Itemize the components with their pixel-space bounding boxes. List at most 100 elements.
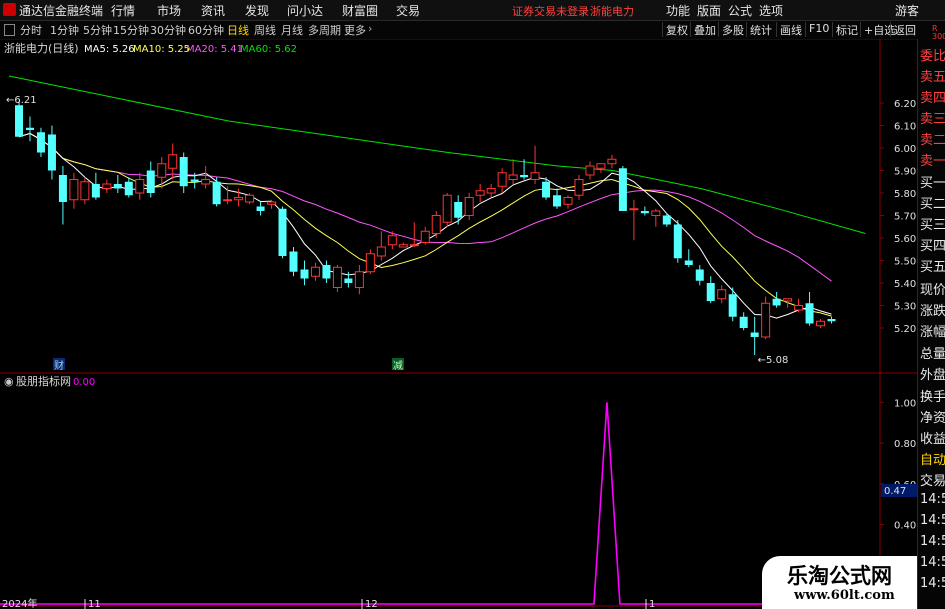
- menu-banmian[interactable]: 版面: [697, 2, 721, 19]
- candle-body-up: [354, 271, 364, 288]
- period-toolbar: 分时 1分钟 5分钟 15分钟 30分钟 60分钟 日线 周线 月线 多周期 更…: [0, 21, 945, 40]
- kline-chart[interactable]: 浙能电力(日线) MA5: 5.26MA10: 5.25MA20: 5.41MA6…: [0, 39, 917, 609]
- login-alert[interactable]: 证券交易未登录: [512, 3, 589, 19]
- tab-multi-period[interactable]: 多周期: [308, 22, 341, 38]
- tab-15min[interactable]: 15分钟: [113, 22, 149, 38]
- menu-zixun[interactable]: 资讯: [201, 2, 225, 19]
- side-panel-label: 14:56: [920, 492, 945, 507]
- tab-more[interactable]: 更多: [344, 22, 366, 38]
- candle-body-up: [794, 305, 804, 311]
- menu-shichang[interactable]: 市场: [157, 2, 181, 19]
- candle-body-down: [805, 303, 814, 324]
- button-diejia[interactable]: 叠加: [690, 22, 719, 37]
- indicator-tick-label: 0.80: [894, 439, 916, 450]
- menu-caifuquan[interactable]: 财富圈: [342, 2, 378, 19]
- candle-body-down: [289, 251, 298, 272]
- candle-body-down: [520, 175, 529, 178]
- side-panel-label: 交易: [920, 474, 945, 489]
- candle-body-up: [607, 158, 617, 165]
- candle-body-down: [827, 319, 836, 322]
- button-fuquan[interactable]: 复权: [662, 22, 691, 37]
- side-panel-label: 卖五: [920, 70, 945, 85]
- candle-body-up: [168, 154, 178, 169]
- menu-gongshi[interactable]: 公式: [728, 2, 752, 19]
- candle-body-up: [464, 197, 474, 216]
- tab-30min[interactable]: 30分钟: [150, 22, 186, 38]
- button-back[interactable]: 返回: [890, 22, 919, 37]
- candle-body-up: [69, 179, 79, 201]
- candle-body-down: [553, 195, 562, 207]
- candle-body-down: [212, 181, 221, 205]
- x-label-month: 1: [649, 599, 655, 609]
- side-panel-label: 自动: [920, 453, 945, 468]
- side-panel-label: 净资: [920, 411, 945, 426]
- price-tick-label: 5.50: [894, 257, 916, 268]
- button-biaoji[interactable]: 标记: [832, 22, 861, 37]
- indicator-name: 股朋指标网: [16, 374, 71, 388]
- tab-5min[interactable]: 5分钟: [83, 22, 112, 38]
- side-panel-label: 总量: [920, 347, 945, 362]
- more-chevron-icon[interactable]: ›: [368, 22, 372, 35]
- side-panel-label: 卖三: [920, 112, 945, 127]
- candle-body-down: [706, 283, 715, 301]
- indicator-value: 0.00: [73, 377, 95, 388]
- side-panel-label: 卖四: [920, 91, 945, 106]
- candle-body-up: [310, 266, 320, 277]
- ma-legend-ma5: MA5: 5.26: [84, 44, 135, 55]
- button-duogu[interactable]: 多股: [718, 22, 747, 37]
- menu-xuanxiang[interactable]: 选项: [759, 2, 783, 19]
- candle-body-down: [684, 260, 693, 265]
- candle-body-up: [332, 266, 342, 288]
- candle-body-down: [300, 269, 309, 279]
- candle-body-up: [223, 199, 233, 202]
- side-panel-label: 现价: [920, 283, 945, 298]
- quote-side-panel: R 300 委比 卖五 卖四 卖三 卖二 卖一 买一 买二 买三 买四 买五 现价 涨跌 涨幅 总量 外盘 换手净…: [917, 25, 945, 609]
- watermark-title: 乐淘公式网: [787, 564, 892, 588]
- candle-body-up: [585, 165, 595, 176]
- menu-wenxiaoda[interactable]: 问小达: [287, 2, 323, 19]
- high-price-label: ←6.21: [6, 95, 37, 106]
- side-panel-label: 买一: [920, 176, 945, 191]
- side-panel-label: 14:56: [920, 576, 945, 591]
- candle-body-down: [146, 170, 155, 193]
- menu-gongneng[interactable]: 功能: [666, 2, 690, 19]
- menu-faxian[interactable]: 发现: [245, 2, 269, 19]
- price-tick-label: 5.90: [894, 167, 916, 178]
- tab-monthly[interactable]: 月线: [281, 22, 303, 38]
- tab-60min[interactable]: 60分钟: [188, 22, 224, 38]
- side-panel-label: 外盘: [920, 368, 945, 383]
- candle-body-down: [91, 184, 100, 198]
- candle-body-up: [135, 179, 145, 194]
- user-label[interactable]: 游客: [895, 2, 919, 19]
- candle-body-up: [234, 197, 244, 201]
- indicator-toggle-icon[interactable]: ◉: [4, 375, 14, 388]
- candle-body-up: [783, 298, 793, 302]
- panel-toggle-icon[interactable]: [4, 24, 15, 36]
- candle-body-down: [15, 105, 23, 137]
- button-f10[interactable]: F10: [805, 22, 832, 37]
- tab-weekly[interactable]: 周线: [254, 22, 276, 38]
- candle-body-down: [124, 181, 133, 196]
- candle-body-up: [816, 320, 826, 327]
- button-huaxian[interactable]: 画线: [776, 22, 805, 37]
- tab-1min[interactable]: 1分钟: [50, 22, 79, 38]
- side-panel-label: 14:56: [920, 534, 945, 549]
- candle-body-up: [563, 197, 573, 205]
- candle-body-up: [486, 188, 496, 194]
- title-bar: 通达信金融终端 行情 市场 资讯 发现 问小达 财富圈 交易 证券交易未登录 浙…: [0, 0, 945, 21]
- candle-body-up: [245, 194, 255, 203]
- menu-hangqing[interactable]: 行情: [111, 2, 135, 19]
- candle-body-up: [508, 174, 518, 180]
- tab-daily[interactable]: 日线: [227, 22, 249, 38]
- x-label-year: 2024年: [2, 597, 37, 609]
- menu-jiaoyi[interactable]: 交易: [396, 2, 420, 19]
- candle-body-up: [80, 181, 90, 201]
- candle-body-down: [695, 269, 704, 281]
- price-tick-label: 5.40: [894, 279, 916, 290]
- tab-fenshi[interactable]: 分时: [20, 22, 42, 38]
- indicator-line: [0, 402, 880, 605]
- candle-body-up: [431, 215, 441, 234]
- price-tick-label: 6.20: [894, 99, 916, 110]
- indicator-tick-label: 0.40: [894, 521, 916, 532]
- button-tongji[interactable]: 统计: [746, 22, 775, 37]
